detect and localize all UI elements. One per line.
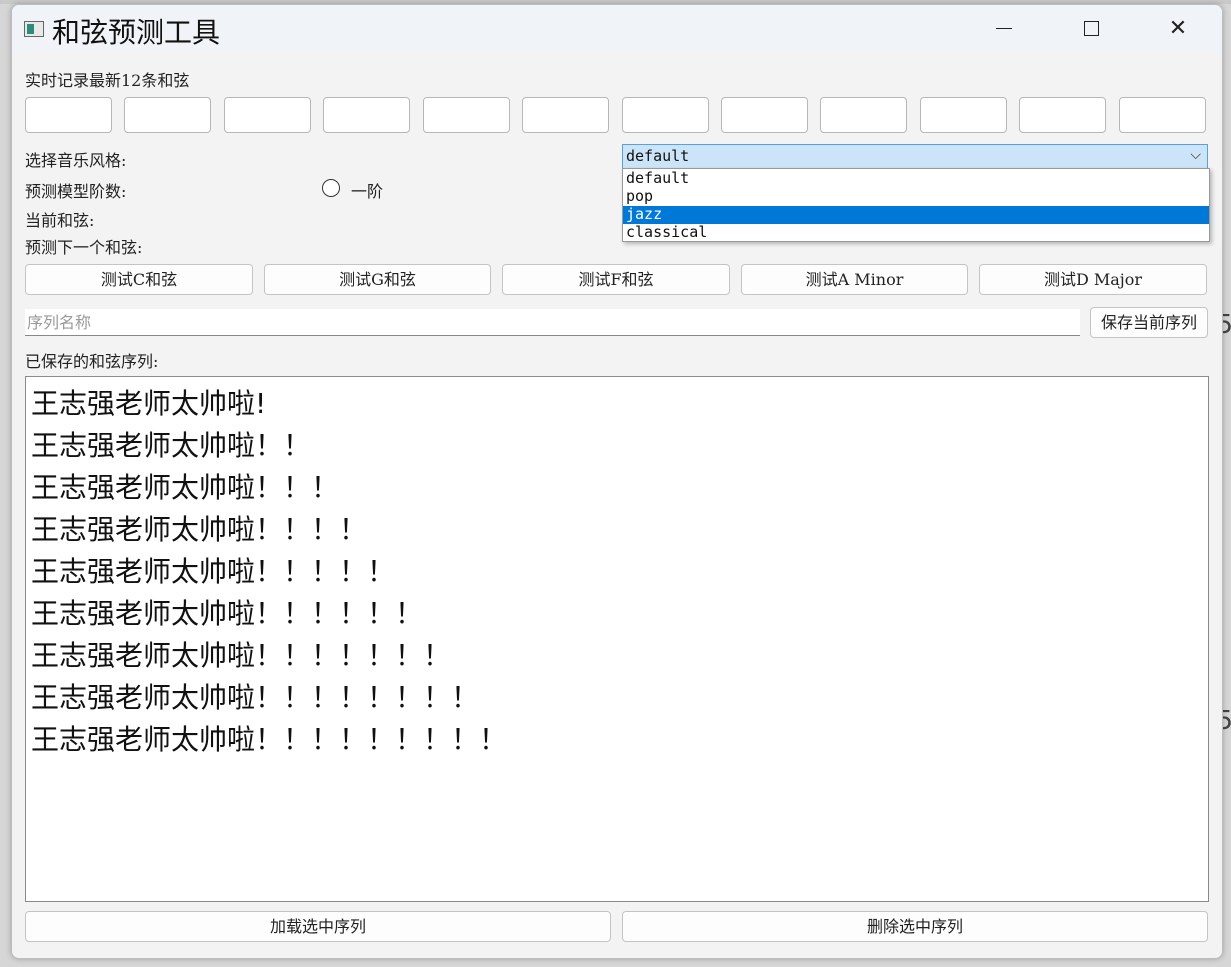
- minimize-button[interactable]: [974, 5, 1034, 51]
- list-item[interactable]: 王志强老师太帅啦！！！！！！！: [31, 634, 451, 674]
- style-option-jazz[interactable]: jazz: [623, 206, 1209, 224]
- chord-slot-11: [1019, 97, 1106, 133]
- list-item[interactable]: 王志强老师太帅啦！！！！: [31, 508, 367, 548]
- close-button[interactable]: ✕: [1148, 5, 1208, 51]
- test-c-chord-button[interactable]: 测试C和弦: [25, 264, 253, 295]
- chord-slot-9: [820, 97, 907, 133]
- load-sequence-button[interactable]: 加载选中序列: [25, 911, 611, 942]
- list-item[interactable]: 王志强老师太帅啦！！！！！！: [31, 592, 423, 632]
- style-option-default[interactable]: default: [623, 170, 1209, 188]
- current-chord-label: 当前和弦:: [25, 211, 95, 230]
- test-g-chord-button[interactable]: 测试G和弦: [264, 264, 491, 295]
- style-option-classical[interactable]: classical: [623, 224, 1209, 242]
- chord-slot-12: [1119, 97, 1206, 133]
- maximize-button[interactable]: [1061, 5, 1121, 51]
- app-window: 和弦预测工具 ✕ 实时记录最新12条和弦 选择音乐风格: default ⌵ d…: [11, 4, 1223, 959]
- minimize-icon: [996, 27, 1012, 29]
- chevron-down-icon: ⌵: [1190, 147, 1201, 163]
- title-bar: 和弦预测工具 ✕: [12, 5, 1222, 53]
- maximize-icon: [1083, 20, 1099, 36]
- chord-slot-4: [323, 97, 410, 133]
- style-select[interactable]: default ⌵: [622, 144, 1208, 169]
- chord-slot-3: [224, 97, 311, 133]
- chord-slot-6: [522, 97, 609, 133]
- recent-chords-label: 实时记录最新12条和弦: [25, 71, 190, 90]
- app-icon: [24, 21, 44, 37]
- first-order-radio-label: 一阶: [351, 182, 384, 201]
- chord-slot-2: [124, 97, 211, 133]
- style-dropdown: default pop jazz classical: [622, 168, 1210, 242]
- list-item[interactable]: 王志强老师太帅啦！！！！！！！！！: [31, 718, 507, 758]
- chord-slot-10: [920, 97, 1007, 133]
- list-item[interactable]: 王志强老师太帅啦!: [31, 382, 266, 422]
- first-order-radio[interactable]: [322, 179, 340, 197]
- save-sequence-button[interactable]: 保存当前序列: [1090, 307, 1208, 338]
- next-chord-label: 预测下一个和弦:: [25, 238, 143, 257]
- style-select-value: default: [626, 147, 690, 165]
- chord-slot-8: [721, 97, 808, 133]
- model-order-label: 预测模型阶数:: [25, 182, 127, 201]
- style-option-pop[interactable]: pop: [623, 188, 1209, 206]
- test-d-major-button[interactable]: 测试D Major: [979, 264, 1207, 295]
- style-label: 选择音乐风格:: [25, 151, 127, 170]
- chord-slot-1: [25, 97, 112, 133]
- chord-slot-7: [622, 97, 709, 133]
- close-icon: ✕: [1168, 15, 1188, 41]
- list-item[interactable]: 王志强老师太帅啦！！！: [31, 466, 339, 506]
- list-item[interactable]: 王志强老师太帅啦！！！！！！！！: [31, 676, 479, 716]
- saved-sequences-label: 已保存的和弦序列:: [25, 352, 159, 371]
- window-title: 和弦预测工具: [52, 16, 221, 49]
- list-item[interactable]: 王志强老师太帅啦！！！！！: [31, 550, 395, 590]
- delete-sequence-button[interactable]: 删除选中序列: [622, 911, 1208, 942]
- saved-sequences-list[interactable]: 王志强老师太帅啦! 王志强老师太帅啦！！ 王志强老师太帅啦！！！ 王志强老师太帅…: [25, 376, 1209, 902]
- list-item[interactable]: 王志强老师太帅啦！！: [31, 424, 311, 464]
- sequence-name-input[interactable]: [25, 309, 1080, 336]
- test-a-minor-button[interactable]: 测试A Minor: [741, 264, 968, 295]
- chord-slot-5: [423, 97, 510, 133]
- test-f-chord-button[interactable]: 测试F和弦: [502, 264, 730, 295]
